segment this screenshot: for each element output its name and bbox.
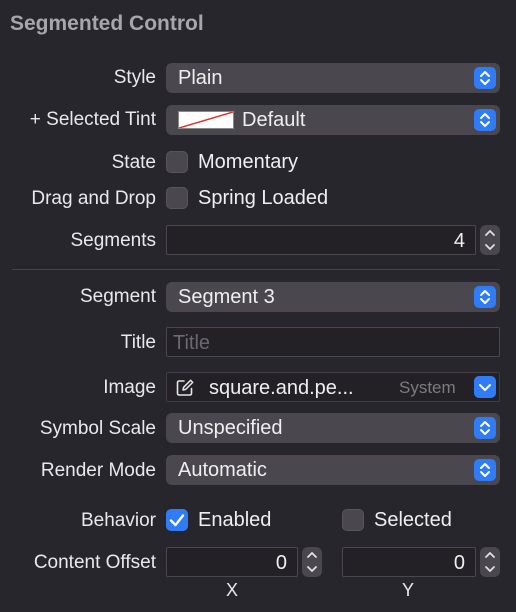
enabled-checkbox[interactable] xyxy=(166,509,188,531)
symbol-scale-label: Symbol Scale xyxy=(39,418,156,439)
render-mode-popup[interactable]: Automatic xyxy=(166,455,500,485)
momentary-checkbox[interactable] xyxy=(166,151,188,173)
content-offset-label: Content Offset xyxy=(33,552,156,573)
checkmark-icon xyxy=(169,514,185,527)
offset-x-stepper[interactable] xyxy=(302,547,322,577)
symbol-scale-popup[interactable]: Unspecified xyxy=(166,413,500,443)
offset-y-stepper[interactable] xyxy=(480,547,500,577)
render-mode-value: Automatic xyxy=(178,459,267,481)
title-label: Title xyxy=(120,332,156,353)
segments-field[interactable]: 4 xyxy=(166,225,476,255)
enabled-label: Enabled xyxy=(198,509,272,531)
chevron-up-down-icon xyxy=(474,286,496,308)
color-swatch-icon xyxy=(178,111,234,129)
selected-tint-popup[interactable]: Default xyxy=(166,105,500,135)
stepper-arrows-icon xyxy=(485,552,495,572)
style-label: Style xyxy=(113,67,156,88)
y-axis-label: Y xyxy=(402,580,415,600)
offset-x-value: 0 xyxy=(275,552,287,574)
square-and-pencil-icon xyxy=(176,379,194,396)
render-mode-label: Render Mode xyxy=(40,460,156,481)
segment-value: Segment 3 xyxy=(178,286,275,308)
spring-loaded-checkbox[interactable] xyxy=(166,187,188,209)
spring-loaded-label: Spring Loaded xyxy=(198,187,329,209)
segments-label: Segments xyxy=(70,230,156,251)
style-popup[interactable]: Plain xyxy=(166,63,500,93)
symbol-scale-value: Unspecified xyxy=(178,417,283,439)
section-divider xyxy=(12,269,500,270)
chevron-up-down-icon xyxy=(474,417,496,439)
segment-label: Segment xyxy=(79,286,156,307)
chevron-up-down-icon xyxy=(474,459,496,481)
image-combo[interactable]: square.and.pe... System xyxy=(166,372,500,402)
stepper-arrows-icon xyxy=(307,552,317,572)
offset-x-field[interactable]: 0 xyxy=(166,547,298,577)
title-placeholder: Title xyxy=(173,332,211,354)
selected-label: Selected xyxy=(374,509,452,531)
selected-checkbox[interactable] xyxy=(342,509,364,531)
chevron-down-icon[interactable] xyxy=(474,376,496,398)
image-value: square.and.pe... xyxy=(209,377,354,399)
behavior-label: Behavior xyxy=(81,510,156,531)
stepper-arrows-icon xyxy=(485,230,495,250)
selected-tint-value: Default xyxy=(242,109,306,131)
segment-popup[interactable]: Segment 3 xyxy=(166,282,500,312)
image-source: System xyxy=(399,378,456,397)
style-value: Plain xyxy=(178,67,223,89)
x-axis-label: X xyxy=(226,580,239,600)
drag-drop-label: Drag and Drop xyxy=(31,188,156,209)
image-label: Image xyxy=(103,377,156,398)
chevron-up-down-icon xyxy=(474,67,496,89)
plus-icon[interactable]: + xyxy=(30,109,41,130)
offset-y-field[interactable]: 0 xyxy=(342,547,476,577)
momentary-label: Momentary xyxy=(198,151,299,173)
segments-stepper[interactable] xyxy=(480,225,500,255)
title-field[interactable]: Title xyxy=(166,327,500,357)
offset-y-value: 0 xyxy=(453,552,465,574)
section-title: Segmented Control xyxy=(10,12,204,35)
state-label: State xyxy=(111,152,156,173)
segments-value: 4 xyxy=(453,230,465,252)
chevron-up-down-icon xyxy=(474,109,496,131)
selected-tint-label: + Selected Tint xyxy=(29,109,156,130)
